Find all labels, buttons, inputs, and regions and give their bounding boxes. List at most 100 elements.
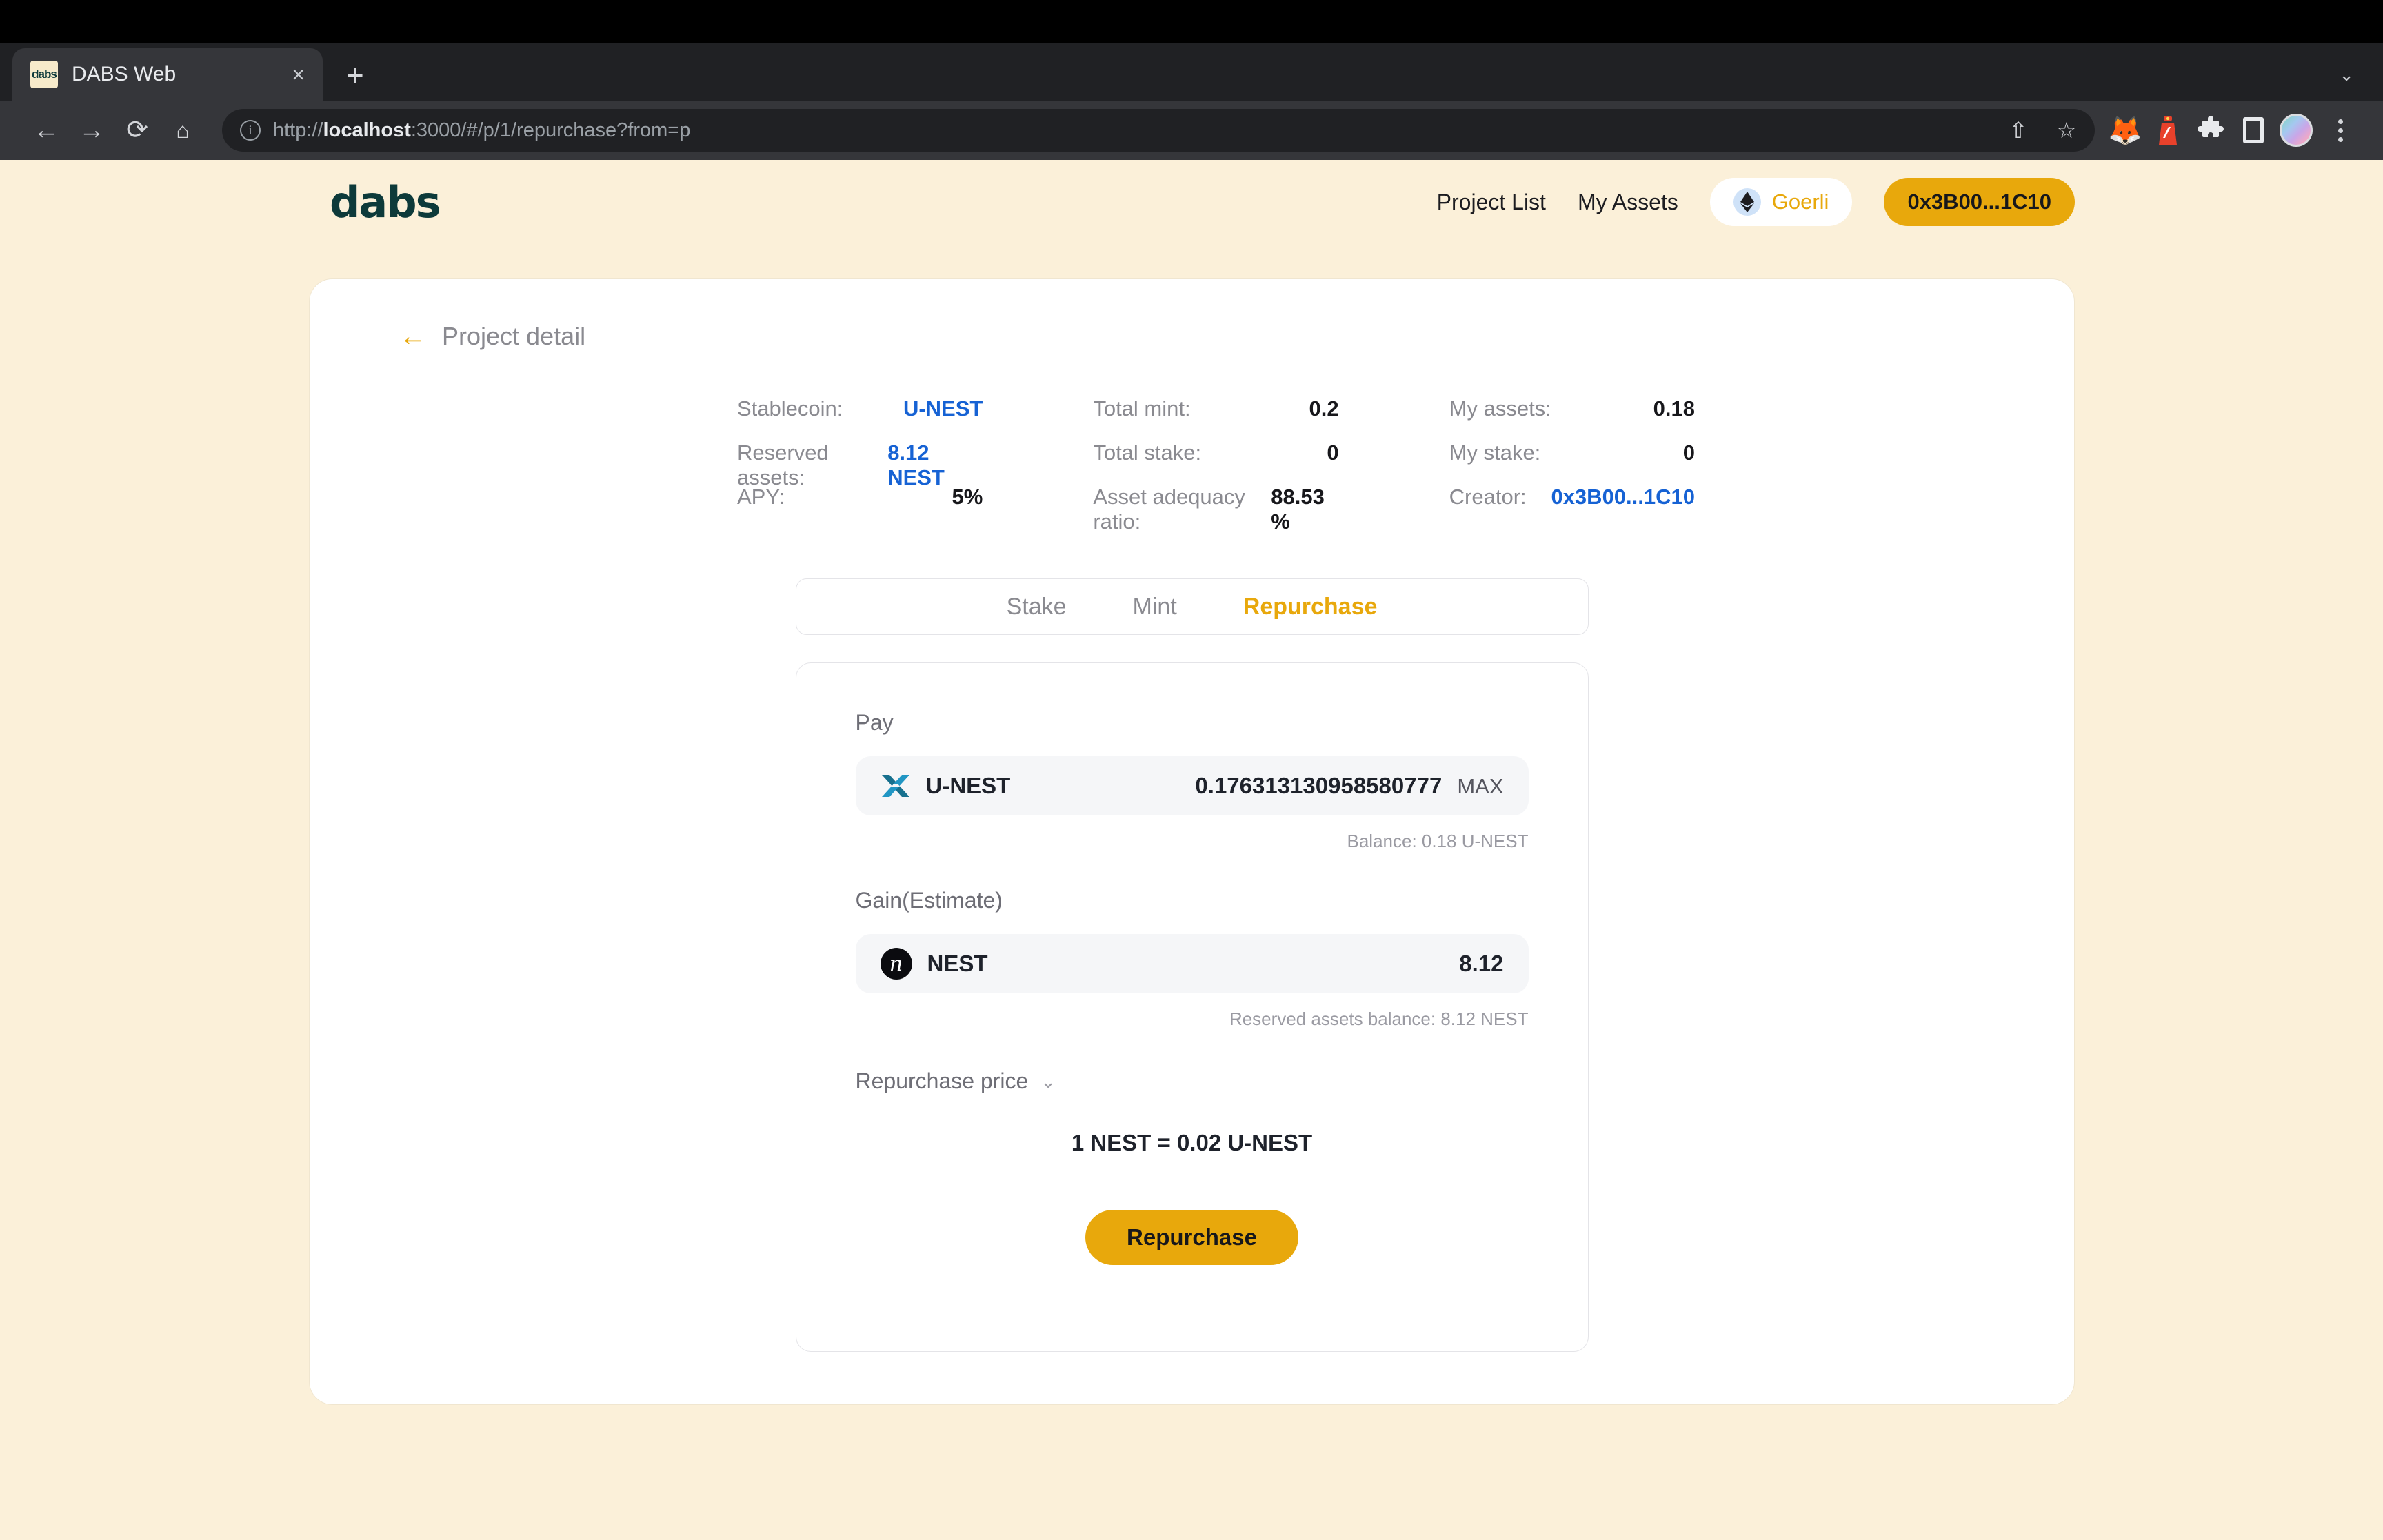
- pay-amount-group: 0.176313130958580777 MAX: [1195, 773, 1503, 799]
- account-button[interactable]: 0x3B00...1C10: [1884, 178, 2075, 226]
- stat-value[interactable]: 8.12 NEST: [887, 440, 983, 490]
- back-icon[interactable]: ←: [23, 117, 69, 143]
- bookmark-icon[interactable]: ☆: [2044, 119, 2089, 141]
- red-extension-icon[interactable]: [2150, 112, 2186, 148]
- repurchase-panel: Pay U-NEST 0.176313130958580777 MAX Bala…: [795, 662, 1589, 1352]
- address-bar[interactable]: i http://localhost:3000/#/p/1/repurchase…: [222, 109, 2095, 152]
- close-icon[interactable]: ×: [292, 63, 305, 85]
- stat-label: APY:: [737, 485, 785, 509]
- max-button[interactable]: MAX: [1457, 774, 1503, 799]
- stat-label: Creator:: [1449, 485, 1527, 509]
- puzzle-shape: [2198, 116, 2224, 137]
- tab-mint[interactable]: Mint: [1133, 594, 1177, 620]
- u-nest-x-icon: [881, 775, 909, 797]
- sidepanel-shape: [2243, 117, 2264, 143]
- stat-value: 88.53 %: [1271, 485, 1325, 534]
- stat-creator: Creator: 0x3B00...1C10: [1449, 485, 1695, 529]
- nav-item-project-list[interactable]: Project List: [1437, 190, 1546, 215]
- url-text: http://localhost:3000/#/p/1/repurchase?f…: [273, 119, 690, 142]
- back-arrow-icon[interactable]: ←: [399, 323, 427, 350]
- pay-balance-text: Balance: 0.18 U-NEST: [1347, 831, 1529, 851]
- pay-label: Pay: [855, 710, 894, 735]
- nest-n-icon: n: [880, 948, 912, 980]
- project-stats-grid: Stablecoin: U-NEST Total mint: 0.2 My as…: [310, 351, 2074, 534]
- stat-value[interactable]: 0x3B00...1C10: [1551, 485, 1695, 509]
- new-tab-button[interactable]: +: [346, 61, 364, 91]
- reload-icon[interactable]: ⟳: [114, 117, 160, 143]
- stat-my-assets: My assets: 0.18: [1449, 396, 1695, 440]
- extensions-area: 🦊: [2107, 112, 2360, 148]
- action-tabs-container: Stake Mint Repurchase: [310, 578, 2074, 635]
- chevron-down-icon[interactable]: ⌄: [1040, 1073, 1056, 1091]
- page-viewport: dabs Project List My Assets Goerli 0x3B0…: [0, 160, 2383, 1540]
- stat-reserved-assets: Reserved assets: 8.12 NEST: [737, 440, 983, 489]
- sidepanel-icon[interactable]: [2235, 112, 2271, 148]
- home-icon[interactable]: ⌂: [160, 119, 205, 141]
- nav-item-my-assets[interactable]: My Assets: [1578, 190, 1678, 215]
- pay-token[interactable]: U-NEST: [881, 772, 1010, 800]
- stat-my-stake: My stake: 0: [1449, 440, 1695, 485]
- stat-value: 0: [1327, 440, 1339, 465]
- gain-section: Gain(Estimate) n NEST 8.12 Reserved asse…: [855, 888, 1529, 1030]
- stat-label: My stake:: [1449, 440, 1541, 465]
- exchange-rate-text: 1 NEST = 0.02 U-NEST: [1071, 1130, 1313, 1155]
- share-icon[interactable]: ⇧: [1995, 119, 2041, 141]
- url-suffix: :3000/#/p/1/repurchase?from=p: [410, 119, 691, 141]
- stat-value: 5%: [952, 485, 983, 509]
- stat-label: Stablecoin:: [737, 396, 843, 421]
- url-prefix: http://: [273, 119, 323, 141]
- action-tabs: Stake Mint Repurchase: [795, 578, 1589, 635]
- avatar[interactable]: [2278, 112, 2314, 148]
- stat-label: My assets:: [1449, 396, 1551, 421]
- forward-icon[interactable]: →: [69, 117, 114, 143]
- pay-input-row[interactable]: U-NEST 0.176313130958580777 MAX: [855, 756, 1529, 815]
- pay-amount-input[interactable]: 0.176313130958580777: [1195, 773, 1442, 799]
- chevron-down-icon[interactable]: ⌄: [2339, 64, 2354, 85]
- stat-total-stake: Total stake: 0: [1093, 440, 1338, 485]
- avatar-image: [2280, 114, 2313, 147]
- browser-tab[interactable]: dabs DABS Web ×: [12, 48, 323, 101]
- gain-token: n NEST: [880, 948, 988, 980]
- stat-value: 0: [1682, 440, 1695, 465]
- stat-label: Total stake:: [1093, 440, 1202, 465]
- omnibox-actions: ⇧ ☆: [1995, 119, 2089, 141]
- stat-apy: APY: 5%: [737, 485, 983, 529]
- tab-stake[interactable]: Stake: [1007, 594, 1067, 620]
- browser-tabstrip: dabs DABS Web × + ⌄: [0, 43, 2383, 101]
- repurchase-price-label: Repurchase price: [855, 1068, 1029, 1093]
- browser-toolbar: ← → ⟳ ⌂ i http://localhost:3000/#/p/1/re…: [0, 101, 2383, 160]
- network-selector[interactable]: Goerli: [1709, 178, 1853, 226]
- stat-value: 0.18: [1653, 396, 1695, 421]
- tab-favicon-icon: dabs: [30, 61, 58, 88]
- metamask-icon[interactable]: 🦊: [2107, 112, 2143, 148]
- lighthouse-shape: [2159, 116, 2177, 145]
- network-label: Goerli: [1771, 190, 1829, 214]
- menu-icon[interactable]: [2321, 119, 2360, 142]
- stat-total-mint: Total mint: 0.2: [1093, 396, 1338, 440]
- ethereum-shape: [1740, 192, 1754, 212]
- stat-value: 0.2: [1309, 396, 1339, 421]
- repurchase-price-toggle[interactable]: Repurchase price ⌄: [856, 1068, 1529, 1094]
- gain-output-row: n NEST 8.12: [855, 934, 1529, 993]
- stat-value[interactable]: U-NEST: [903, 396, 983, 421]
- repurchase-button[interactable]: Repurchase: [1085, 1210, 1298, 1265]
- window-titlebar: [0, 0, 2383, 43]
- repurchase-panel-container: Pay U-NEST 0.176313130958580777 MAX Bala…: [310, 662, 2074, 1352]
- ethereum-icon: [1733, 188, 1761, 216]
- gain-amount-value: 8.12: [1459, 951, 1504, 976]
- stat-stablecoin: Stablecoin: U-NEST: [737, 396, 983, 440]
- tab-repurchase[interactable]: Repurchase: [1243, 594, 1378, 620]
- gain-label: Gain(Estimate): [855, 888, 1003, 913]
- header-nav: Project List My Assets Goerli 0x3B00...1…: [1437, 178, 2075, 226]
- stat-label: Reserved assets:: [737, 440, 829, 489]
- browser-window: dabs DABS Web × + ⌄ ← → ⟳ ⌂ i http://loc…: [0, 0, 2383, 1540]
- dabs-logo[interactable]: dabs: [330, 177, 441, 227]
- url-host: localhost: [323, 119, 411, 141]
- extensions-puzzle-icon[interactable]: [2193, 112, 2229, 148]
- page-title: Project detail: [442, 322, 586, 350]
- site-info-icon[interactable]: i: [240, 120, 261, 141]
- tab-title: DABS Web: [72, 63, 177, 85]
- gain-token-symbol: NEST: [927, 951, 988, 976]
- submit-container: Repurchase: [856, 1210, 1529, 1265]
- breadcrumb[interactable]: ← Project detail: [310, 322, 2074, 351]
